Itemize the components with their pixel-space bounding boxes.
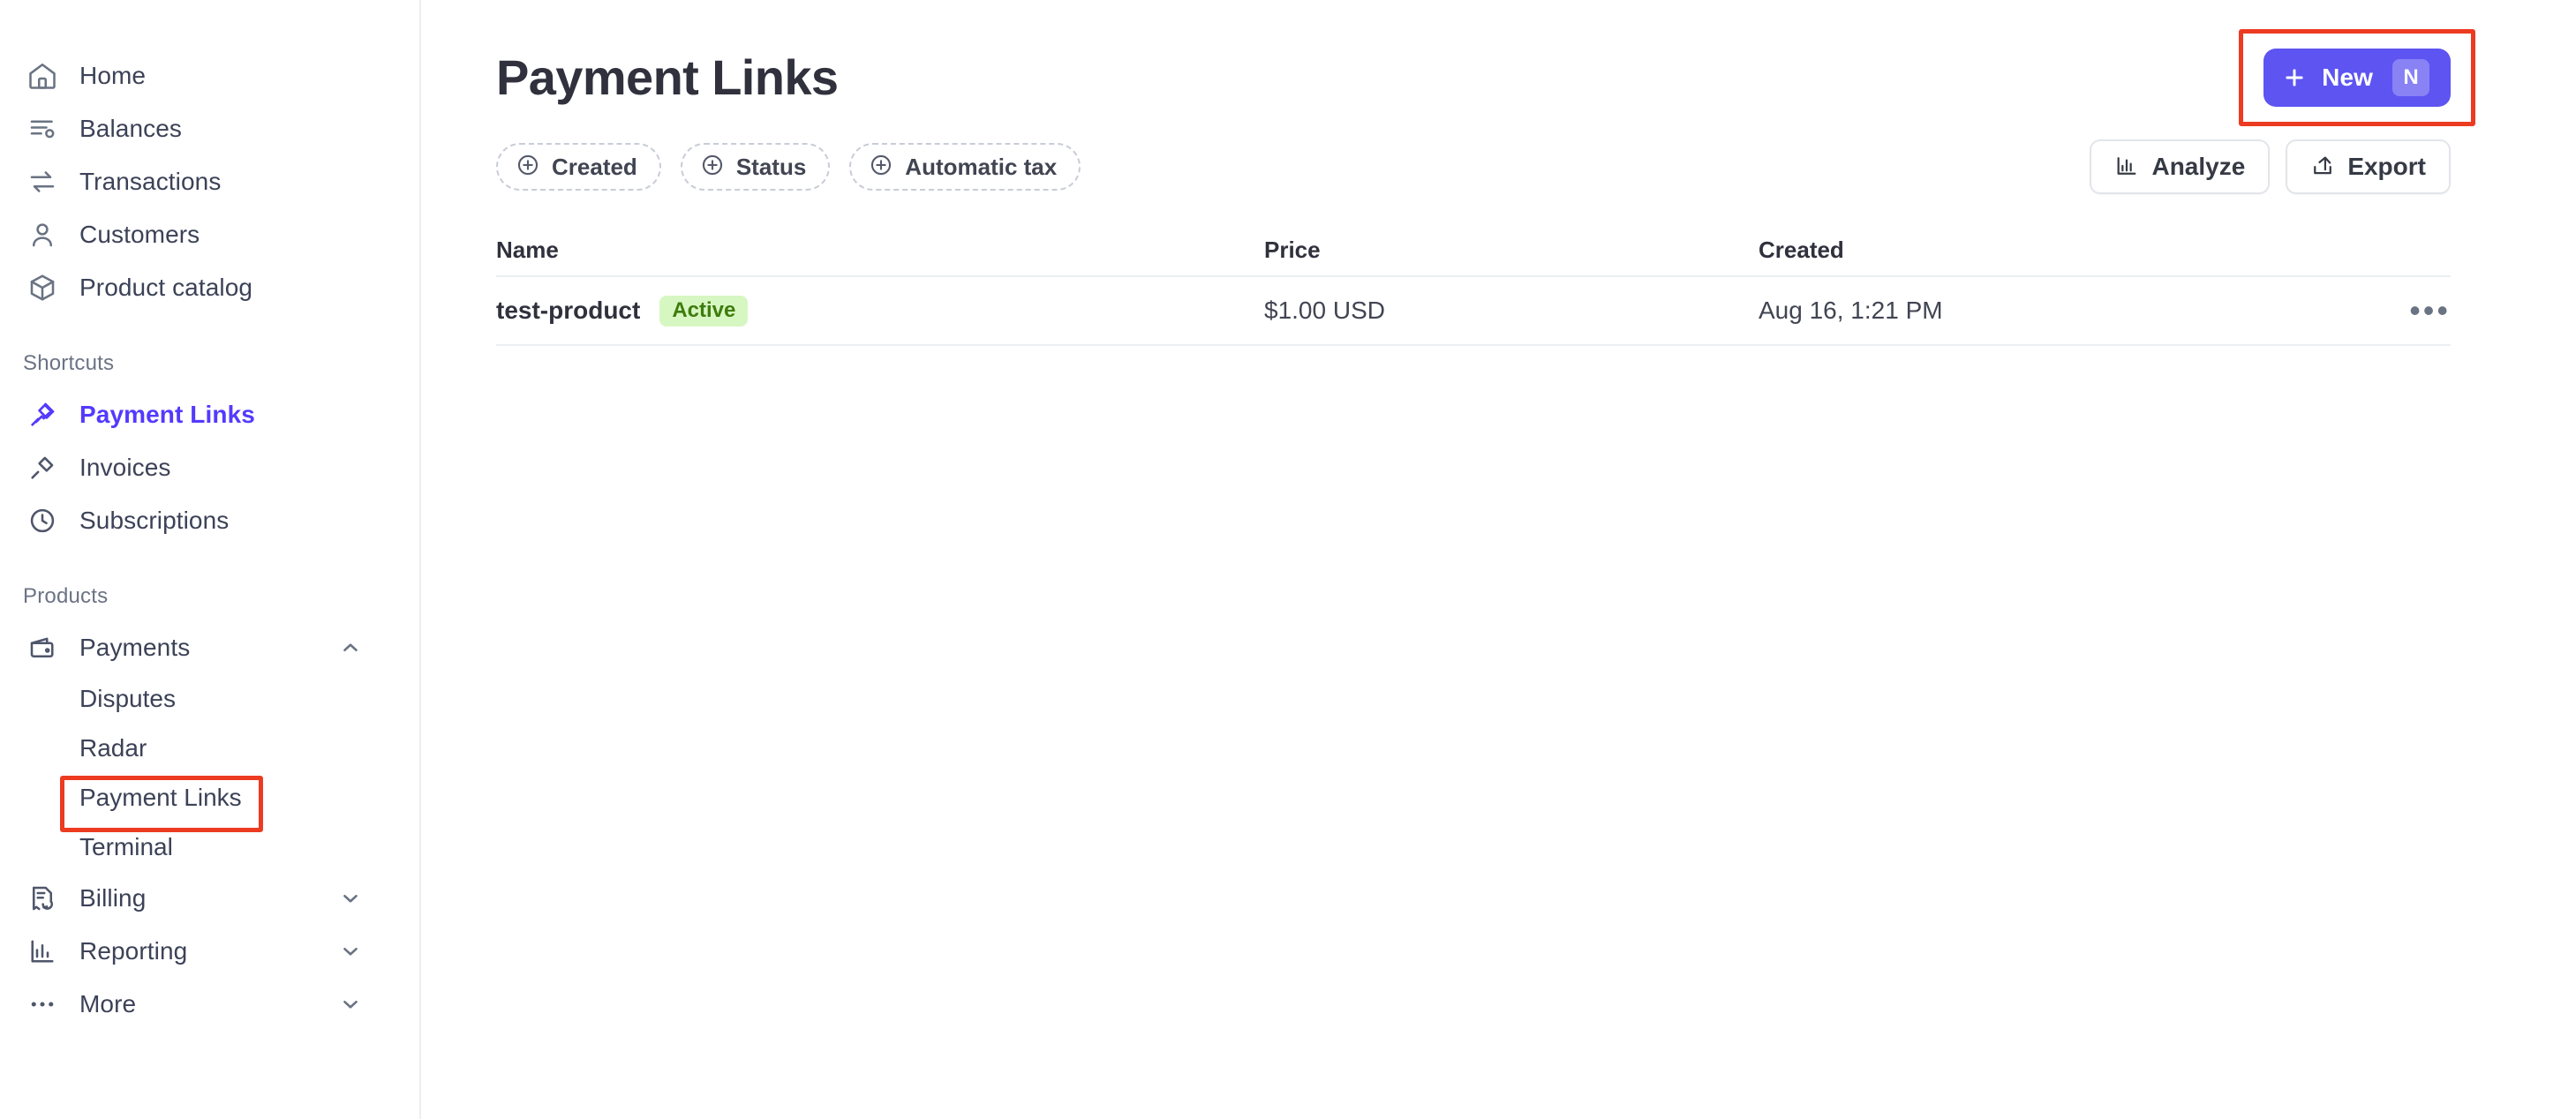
- billing-icon: [23, 879, 62, 918]
- export-icon: [2310, 154, 2335, 181]
- plus-circle-icon: [700, 153, 725, 182]
- sidebar-shortcut-label: Invoices: [79, 454, 171, 481]
- filter-chip-automatic-tax[interactable]: Automatic tax: [849, 143, 1081, 191]
- cell-price: $1.00 USD: [1264, 297, 1385, 324]
- sidebar-subitem-disputes[interactable]: Disputes: [0, 674, 419, 724]
- home-icon: [23, 56, 62, 95]
- filter-chip-created[interactable]: Created: [496, 143, 661, 191]
- row-name-label: test-product: [496, 297, 641, 324]
- sidebar-item-label: Transactions: [79, 168, 222, 195]
- sidebar-item-product-catalog[interactable]: Product catalog: [0, 261, 419, 314]
- reporting-icon: [23, 932, 62, 971]
- filter-chip-group: Created Status Automatic tax: [496, 143, 1081, 191]
- sidebar-item-label: Balances: [79, 115, 182, 142]
- chevron-down-icon[interactable]: [339, 887, 362, 910]
- sidebar-item-customers[interactable]: Customers: [0, 208, 419, 261]
- chevron-up-icon[interactable]: [339, 636, 362, 659]
- column-header-name: Name: [496, 236, 559, 263]
- sidebar-shortcut-payment-links[interactable]: Payment Links: [0, 388, 419, 441]
- sidebar-item-label: Payments: [79, 634, 191, 661]
- sidebar-item-home[interactable]: Home: [0, 49, 419, 102]
- page-header: Payment Links New N: [496, 29, 2514, 126]
- new-button-shortcut-badge: N: [2392, 59, 2429, 96]
- cell-name: test-product Active: [496, 295, 1264, 327]
- pin-icon: [23, 448, 62, 487]
- sidebar-item-billing[interactable]: Billing: [0, 872, 419, 925]
- bar-chart-icon: [2114, 154, 2139, 181]
- payment-links-table: Name Price Created test-product Active $…: [496, 224, 2514, 346]
- sidebar-item-label: Home: [79, 62, 147, 89]
- filters-toolbar: Created Status Automatic tax Analyze Exp…: [496, 139, 2514, 194]
- filter-chip-label: Status: [735, 153, 807, 180]
- pin-icon: [23, 395, 62, 434]
- sidebar-section-shortcuts: Shortcuts: [23, 351, 115, 375]
- sidebar-subitem-label: Disputes: [79, 685, 176, 712]
- chevron-down-icon[interactable]: [339, 993, 362, 1016]
- filter-chip-label: Created: [552, 153, 637, 180]
- analyze-button[interactable]: Analyze: [2090, 139, 2271, 194]
- plus-circle-icon: [869, 153, 893, 182]
- sidebar-subitem-terminal[interactable]: Terminal: [0, 822, 419, 872]
- sidebar-item-label: Billing: [79, 884, 147, 912]
- plus-circle-icon: [516, 153, 540, 182]
- sidebar-shortcut-label: Subscriptions: [79, 507, 230, 534]
- sidebar-item-reporting[interactable]: Reporting: [0, 925, 419, 978]
- sidebar-subitem-label: Terminal: [79, 833, 173, 860]
- new-button-label: New: [2322, 64, 2373, 91]
- plus-icon: [2281, 64, 2308, 91]
- main-content: Payment Links New N Created Status Autom…: [421, 0, 2576, 1119]
- sidebar-item-balances[interactable]: Balances: [0, 102, 419, 155]
- toolbar-actions: Analyze Export: [2090, 139, 2451, 194]
- sidebar-shortcut-label: Payment Links: [79, 401, 255, 428]
- sidebar-item-more[interactable]: More: [0, 978, 419, 1031]
- app-root: Home Balances Transactions Customers Pro…: [0, 0, 2576, 1119]
- table-header-row: Name Price Created: [496, 224, 2451, 277]
- sidebar-item-label: Customers: [79, 221, 200, 248]
- sidebar-subitem-label: Radar: [79, 734, 147, 762]
- chevron-down-icon[interactable]: [339, 940, 362, 963]
- product-catalog-icon: [23, 268, 62, 307]
- ellipsis-icon: •••: [2409, 292, 2451, 329]
- sidebar-item-label: More: [79, 990, 137, 1018]
- new-button-wrapper: New N: [2239, 29, 2475, 126]
- sidebar-subitem-label: Payment Links: [79, 784, 242, 811]
- clock-icon: [23, 501, 62, 540]
- sidebar-item-payments[interactable]: Payments: [0, 621, 419, 674]
- sidebar-item-transactions[interactable]: Transactions: [0, 155, 419, 208]
- filter-chip-status[interactable]: Status: [680, 143, 831, 191]
- analyze-button-label: Analyze: [2151, 153, 2246, 180]
- sidebar-shortcut-subscriptions[interactable]: Subscriptions: [0, 494, 419, 547]
- row-actions-menu-button[interactable]: •••: [2398, 292, 2451, 329]
- new-button[interactable]: New N: [2263, 49, 2451, 107]
- export-button[interactable]: Export: [2286, 139, 2451, 194]
- page-title: Payment Links: [496, 49, 839, 105]
- more-icon: [23, 985, 62, 1024]
- balances-icon: [23, 109, 62, 148]
- status-badge: Active: [659, 295, 749, 327]
- table-row[interactable]: test-product Active $1.00 USD Aug 16, 1:…: [496, 277, 2451, 346]
- sidebar-subitem-radar[interactable]: Radar: [0, 724, 419, 773]
- column-header-price: Price: [1264, 236, 1321, 263]
- sidebar-section-products: Products: [23, 584, 109, 608]
- cell-created: Aug 16, 1:21 PM: [1759, 297, 1943, 324]
- transactions-icon: [23, 162, 62, 201]
- sidebar: Home Balances Transactions Customers Pro…: [0, 0, 421, 1119]
- export-button-label: Export: [2347, 153, 2426, 180]
- column-header-created: Created: [1759, 236, 1844, 263]
- wallet-icon: [23, 628, 62, 667]
- sidebar-shortcut-invoices[interactable]: Invoices: [0, 441, 419, 494]
- sidebar-item-label: Product catalog: [79, 274, 253, 301]
- customers-icon: [23, 215, 62, 254]
- sidebar-item-label: Reporting: [79, 937, 188, 965]
- sidebar-subitem-payment-links[interactable]: Payment Links: [0, 773, 419, 832]
- filter-chip-label: Automatic tax: [905, 153, 1058, 180]
